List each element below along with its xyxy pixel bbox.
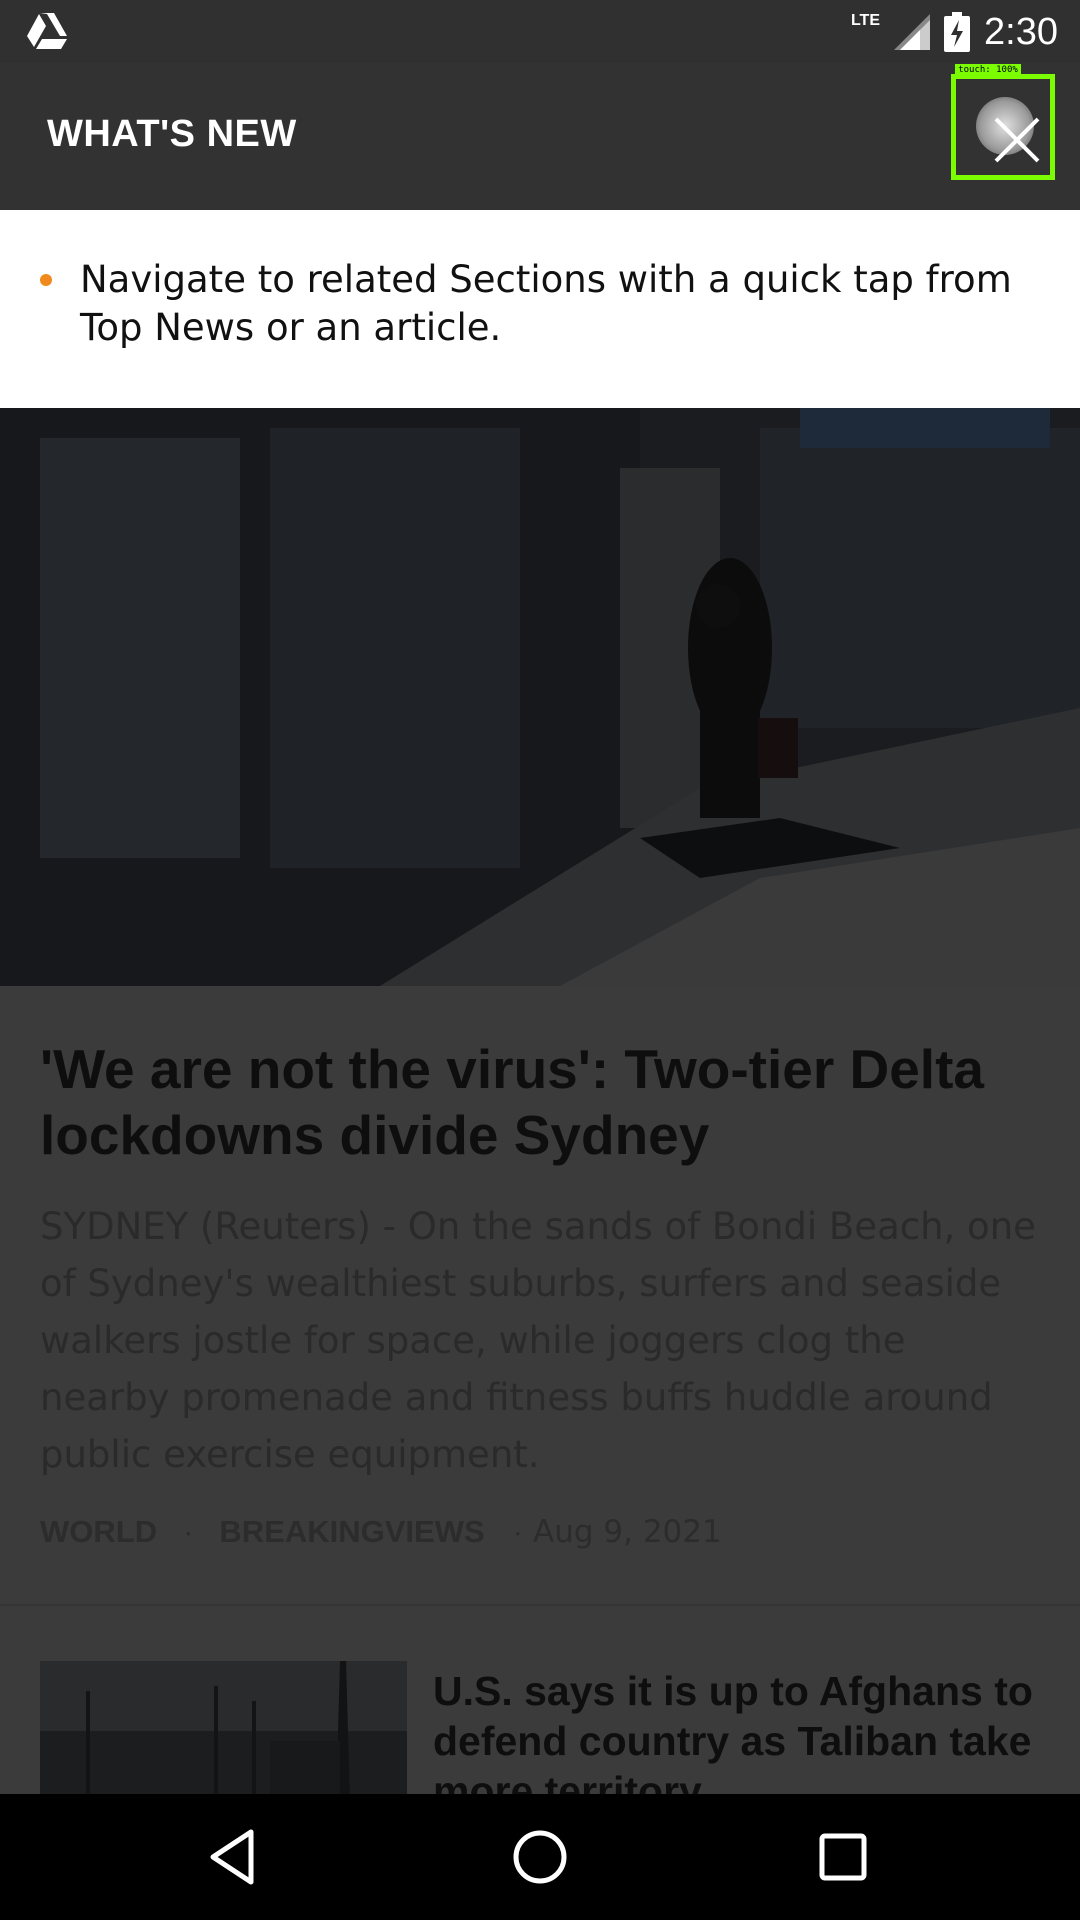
article-date: Aug 9, 2021 bbox=[533, 1514, 722, 1550]
whats-new-panel: Navigate to related Sections with a quic… bbox=[0, 210, 1080, 408]
status-bar: LTE 2:30 bbox=[0, 0, 1080, 63]
street-photo bbox=[40, 1661, 407, 1794]
meta-separator: · bbox=[183, 1514, 194, 1549]
drive-icon bbox=[27, 13, 67, 49]
lead-article-meta: WORLD · BREAKINGVIEWS · Aug 9, 2021 bbox=[40, 1514, 722, 1550]
bullet-icon bbox=[40, 274, 52, 286]
whats-new-header: WHAT'S NEW touch: 100% bbox=[0, 63, 1080, 210]
network-type-label: LTE bbox=[850, 12, 880, 29]
street-photo bbox=[0, 408, 1080, 986]
signal-icon bbox=[894, 14, 931, 50]
system-nav-bar bbox=[0, 1794, 1080, 1920]
page-title: WHAT'S NEW bbox=[47, 113, 297, 155]
lead-article-summary: SYDNEY (Reuters) - On the sands of Bondi… bbox=[40, 1205, 1036, 1476]
second-article-title[interactable]: U.S. says it is up to Afghans to defend … bbox=[433, 1666, 1043, 1794]
second-article-image[interactable] bbox=[40, 1661, 407, 1794]
section-tag-world[interactable]: WORLD bbox=[40, 1514, 157, 1550]
news-feed: 'We are not the virus': Two-tier Delta l… bbox=[0, 408, 1080, 1794]
back-icon[interactable] bbox=[203, 1824, 269, 1890]
recents-icon[interactable] bbox=[810, 1824, 876, 1890]
lead-article-title[interactable]: 'We are not the virus': Two-tier Delta l… bbox=[40, 1036, 1050, 1168]
battery-charging-icon bbox=[944, 12, 971, 52]
close-button[interactable] bbox=[951, 74, 1055, 180]
meta-separator: · bbox=[512, 1514, 523, 1549]
divider bbox=[0, 1604, 1080, 1606]
home-icon[interactable] bbox=[507, 1824, 573, 1890]
clock: 2:30 bbox=[984, 10, 1058, 53]
whats-new-item: Navigate to related Sections with a quic… bbox=[80, 258, 1012, 349]
section-tag-breakingviews[interactable]: BREAKINGVIEWS bbox=[219, 1514, 484, 1550]
lead-article-image bbox=[0, 408, 1080, 986]
close-icon bbox=[994, 117, 1040, 163]
